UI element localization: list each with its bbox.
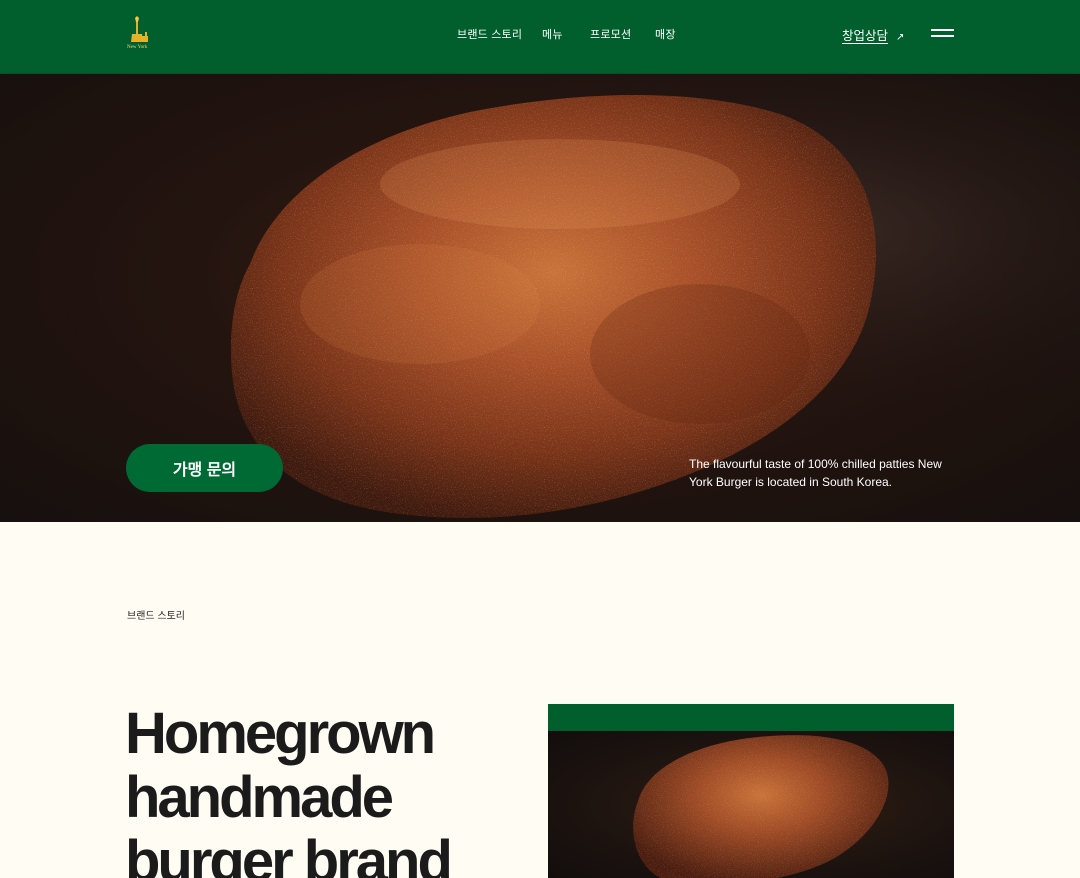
hamburger-line	[931, 35, 954, 37]
hamburger-line	[931, 29, 954, 31]
franchise-inquiry-button[interactable]: 가맹 문의	[126, 444, 283, 492]
hamburger-icon[interactable]	[931, 28, 954, 38]
main-nav: 브랜드 스토리 메뉴 프로모션 매장	[0, 26, 1080, 42]
story-image-card	[548, 704, 954, 878]
section-label-brand-story: 브랜드 스토리	[127, 611, 185, 622]
svg-text:New York: New York	[127, 45, 148, 50]
nav-item-promotion[interactable]: 프로모션	[590, 26, 631, 42]
hero-banner: 가맹 문의 The flavourful taste of 100% chill…	[0, 74, 1080, 522]
franchise-consult-link[interactable]: 창업상담 ↗	[842, 25, 904, 44]
hero-caption: The flavourful taste of 100% chilled pat…	[689, 457, 942, 489]
patty-illustration	[633, 735, 889, 878]
grilled-patty-image	[548, 731, 954, 878]
nav-item-brand-story[interactable]: 브랜드 스토리	[457, 26, 522, 42]
arrow-up-right-icon: ↗	[896, 32, 905, 43]
site-header: New York 브랜드 스토리 메뉴 프로모션 매장 창업상담 ↗	[0, 0, 1080, 74]
franchise-consult-label: 창업상담	[842, 29, 889, 43]
story-card-accent-bar	[548, 704, 954, 731]
story-headline: Homegrown handmade burger brand	[125, 701, 453, 878]
nav-item-menu[interactable]: 메뉴	[542, 26, 563, 42]
nav-item-store[interactable]: 매장	[655, 26, 676, 42]
